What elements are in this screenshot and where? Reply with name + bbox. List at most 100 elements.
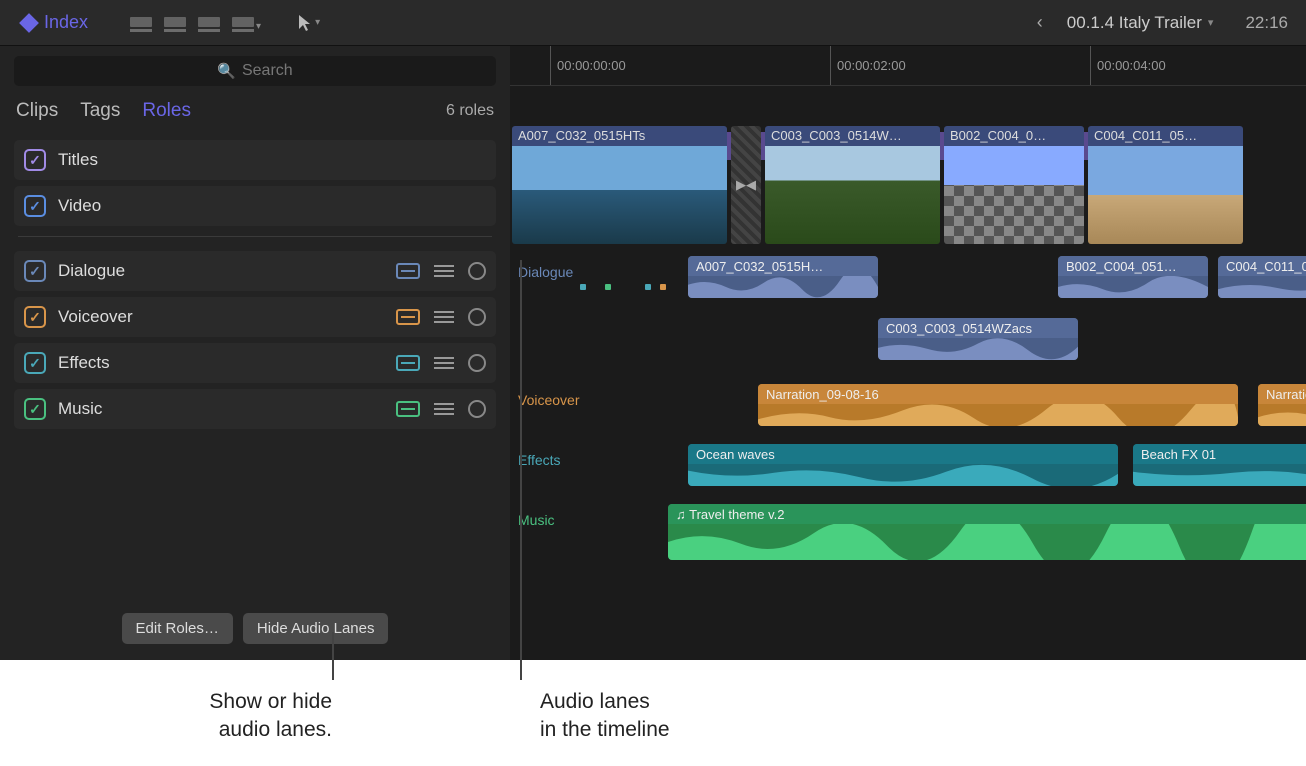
chevron-down-icon: ▾ [1208,16,1214,29]
clip-label: C003_C003_0514WZacs [878,318,1078,338]
lane-icon[interactable] [396,309,420,325]
clip-label: Beach FX 01 [1133,444,1306,464]
lane-icon[interactable] [396,401,420,417]
ruler-tick: 00:00:04:00 [1090,46,1166,85]
layout-tool-group: ▾ [130,14,261,32]
role-video[interactable]: Video [14,186,496,226]
checkbox-dialogue[interactable] [24,260,46,282]
audio-clip[interactable]: C004_C011_05… [1218,256,1306,298]
lane-effects: Effects Ocean waves Beach FX 01 [510,444,1306,490]
focus-icon[interactable] [468,262,486,280]
tab-clips[interactable]: Clips [16,100,58,122]
search-input[interactable]: 🔍 Search [14,56,496,86]
callout-line [332,632,334,680]
transition-icon[interactable]: ▶◀ [731,126,761,244]
clip-thumbnail [765,146,940,244]
index-sidebar: 🔍 Search Clips Tags Roles 6 roles Titles… [0,46,510,660]
audio-clip[interactable]: B002_C004_051… [1058,256,1208,298]
focus-icon[interactable] [468,308,486,326]
video-clip[interactable]: B002_C004_0… [944,126,1084,244]
role-effects[interactable]: Effects [14,343,496,383]
audio-clip[interactable]: C003_C003_0514WZacs [878,318,1078,360]
sidebar-footer: Edit Roles… Hide Audio Lanes [0,601,510,660]
video-clip[interactable]: C004_C011_05… [1088,126,1243,244]
timeline-ruler[interactable]: 00:00:00:00 00:00:02:00 00:00:04:00 [510,46,1306,86]
audio-clip[interactable]: Ocean waves [688,444,1118,486]
select-tool[interactable]: ▾ [297,14,320,32]
callout-line [520,260,522,680]
list-icon[interactable] [434,357,454,369]
layout-icon-3[interactable] [198,14,220,32]
ruler-tick: 00:00:00:00 [550,46,626,85]
index-button[interactable]: Index [12,8,98,37]
focus-icon[interactable] [468,400,486,418]
primary-storyline: Cinque Terre - Echo A007_C032_0515HTs ▶◀… [510,126,1306,244]
annotation-left: Show or hideaudio lanes. [160,688,332,745]
roles-count: 6 roles [446,102,494,120]
clip-label: Narration_09-08-16 [758,384,1238,404]
clip-label: Narration_0 [1258,384,1306,404]
prev-chevron-icon[interactable]: ‹ [1027,12,1053,33]
tab-tags[interactable]: Tags [80,100,120,122]
checkbox-video[interactable] [24,195,46,217]
lane-voiceover: Voiceover Narration_09-08-16 Narration_0 [510,384,1306,430]
search-icon: 🔍 [217,62,236,80]
list-icon[interactable] [434,403,454,415]
clip-thumbnail [1088,146,1243,244]
audio-clip[interactable]: A007_C032_0515H… [688,256,878,298]
video-clip[interactable]: C003_C003_0514W… [765,126,940,244]
role-label: Titles [58,150,98,170]
layout-icon-2[interactable] [164,14,186,32]
role-dialogue[interactable]: Dialogue [14,251,496,291]
time-display: 22:16 [1245,13,1288,33]
audio-lanes: Dialogue A007_C032_0515H… B002_C004_051…… [510,256,1306,564]
audio-clip[interactable]: Beach FX 01 [1133,444,1306,486]
clip-label: B002_C004_0… [944,126,1084,146]
hide-audio-lanes-button[interactable]: Hide Audio Lanes [243,613,389,644]
checkbox-voiceover[interactable] [24,306,46,328]
layout-icon-4[interactable]: ▾ [232,14,261,32]
layout-icon-1[interactable] [130,14,152,32]
role-label: Dialogue [58,261,125,281]
lane-label: Music [510,504,608,536]
role-voiceover[interactable]: Voiceover [14,297,496,337]
toolbar: Index ▾ ▾ ‹ 00.1.4 Italy Trailer ▾ 22:16 [0,0,1306,46]
clip-label: B002_C004_051… [1058,256,1208,276]
checkbox-effects[interactable] [24,352,46,374]
video-clip[interactable]: A007_C032_0515HTs [512,126,727,244]
video-clips-row: A007_C032_0515HTs ▶◀ C003_C003_0514W… B0… [510,126,1306,244]
annotations: Show or hideaudio lanes. Audio lanesin t… [0,660,1306,766]
diamond-icon [19,13,39,33]
lane-icon[interactable] [396,355,420,371]
audio-clip[interactable]: ♫ Travel theme v.2 [668,504,1306,560]
edit-roles-button[interactable]: Edit Roles… [122,613,233,644]
list-icon[interactable] [434,311,454,323]
audio-clip[interactable]: Narration_09-08-16 [758,384,1238,426]
checkbox-music[interactable] [24,398,46,420]
role-label: Effects [58,353,110,373]
role-music[interactable]: Music [14,389,496,429]
role-titles[interactable]: Titles [14,140,496,180]
project-title[interactable]: 00.1.4 Italy Trailer ▾ [1067,13,1214,33]
search-placeholder: Search [242,62,293,80]
role-label: Music [58,399,102,419]
audio-clip[interactable]: Narration_0 [1258,384,1306,426]
role-label: Video [58,196,101,216]
music-note-icon: ♫ [676,507,686,522]
ruler-tick: 00:00:02:00 [830,46,906,85]
focus-icon[interactable] [468,354,486,372]
list-icon[interactable] [434,265,454,277]
lane-label: Voiceover [510,384,608,416]
timeline[interactable]: 00:00:00:00 00:00:02:00 00:00:04:00 Cinq… [510,46,1306,660]
clip-label: A007_C032_0515H… [688,256,878,276]
lane-icon[interactable] [396,263,420,279]
annotation-right: Audio lanesin the timeline [540,688,670,745]
tab-roles[interactable]: Roles [142,100,191,122]
checkbox-titles[interactable] [24,149,46,171]
clip-thumbnail [944,146,1084,244]
index-label: Index [44,12,88,33]
role-label: Voiceover [58,307,133,327]
lane-music: Music ♫ Travel theme v.2 [510,504,1306,564]
clip-label: Ocean waves [688,444,1118,464]
lane-dialogue: Dialogue A007_C032_0515H… B002_C004_051…… [510,256,1306,366]
